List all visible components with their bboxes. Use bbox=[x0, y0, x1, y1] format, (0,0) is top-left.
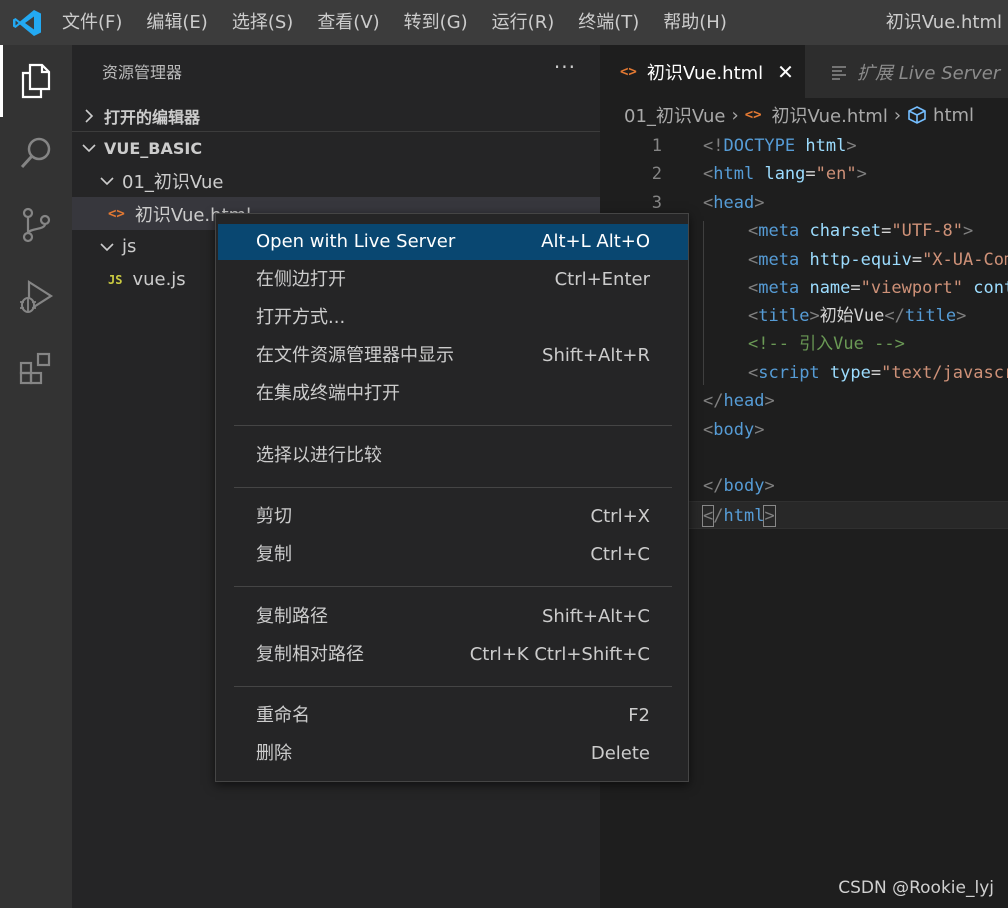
folder-js-label: js bbox=[122, 236, 137, 257]
menu-open-to-side[interactable]: 在侧边打开 Ctrl+Enter bbox=[218, 262, 688, 298]
chevron-right-icon: › bbox=[893, 104, 902, 126]
more-actions-icon[interactable]: ··· bbox=[554, 55, 576, 79]
menu-select-for-compare[interactable]: 选择以进行比较 bbox=[218, 438, 688, 474]
menu-open-with[interactable]: 打开方式... bbox=[218, 300, 688, 336]
folder-01-label: 01_初识Vue bbox=[122, 171, 224, 193]
menu-help[interactable]: 帮助(H) bbox=[651, 0, 739, 45]
menu-file[interactable]: 文件(F) bbox=[50, 0, 134, 45]
code-line: <html lang="en"> bbox=[703, 164, 867, 184]
run-debug-icon[interactable] bbox=[0, 261, 72, 333]
html-file-icon: <> bbox=[620, 63, 637, 80]
code-line: </html> bbox=[701, 505, 776, 527]
chevron-down-icon bbox=[100, 242, 114, 251]
menu-copy[interactable]: 复制 Ctrl+C bbox=[218, 537, 688, 573]
menu-bar: 文件(F) 编辑(E) 选择(S) 查看(V) 转到(G) 运行(R) 终端(T… bbox=[50, 0, 739, 45]
menu-terminal[interactable]: 终端(T) bbox=[566, 0, 651, 45]
explorer-title: 资源管理器 bbox=[102, 63, 183, 82]
html-file-icon: <> bbox=[108, 205, 125, 222]
menu-go[interactable]: 转到(G) bbox=[392, 0, 480, 45]
indent-guide bbox=[703, 221, 704, 385]
code-line: <meta charset="UTF-8"> bbox=[748, 221, 974, 241]
menu-open-live-server[interactable]: Open with Live Server Alt+L Alt+O bbox=[218, 224, 688, 260]
code-line: <title>初始Vue</title> bbox=[748, 306, 967, 326]
menu-copy-path[interactable]: 复制路径 Shift+Alt+C bbox=[218, 599, 688, 635]
menu-edit[interactable]: 编辑(E) bbox=[134, 0, 219, 45]
chevron-right-icon: › bbox=[731, 104, 739, 126]
code-line: <!-- 引入Vue --> bbox=[748, 334, 905, 354]
menu-reveal-in-explorer[interactable]: 在文件资源管理器中显示 Shift+Alt+R bbox=[218, 338, 688, 374]
code-line: <body> bbox=[703, 420, 765, 440]
open-editors-label: 打开的编辑器 bbox=[104, 107, 201, 127]
code-line: <script type="text/javascript" bbox=[748, 363, 1008, 383]
code-line: <meta http-equiv="X-UA-Compatible" bbox=[748, 250, 1008, 270]
code-line: </body> bbox=[703, 476, 775, 496]
line-number: 1 bbox=[651, 136, 662, 156]
close-icon[interactable]: ✕ bbox=[777, 60, 794, 84]
title-bar: 文件(F) 编辑(E) 选择(S) 查看(V) 转到(G) 运行(R) 终端(T… bbox=[0, 0, 1008, 45]
activity-bar bbox=[0, 45, 72, 908]
menu-separator bbox=[234, 686, 672, 687]
tab-html[interactable]: <> 初识Vue.html ✕ bbox=[600, 45, 805, 98]
menu-selection[interactable]: 选择(S) bbox=[220, 0, 305, 45]
chevron-down-icon bbox=[100, 176, 114, 185]
js-file-icon: JS bbox=[108, 272, 123, 287]
menu-copy-relative-path[interactable]: 复制相对路径 Ctrl+K Ctrl+Shift+C bbox=[218, 637, 688, 673]
menu-separator bbox=[234, 425, 672, 426]
menu-rename[interactable]: 重命名 F2 bbox=[218, 698, 688, 734]
line-number: 2 bbox=[651, 164, 662, 184]
code-line: <head> bbox=[703, 193, 765, 213]
file-js-label: vue.js bbox=[132, 269, 186, 290]
menu-run[interactable]: 运行(R) bbox=[480, 0, 567, 45]
context-menu: Open with Live Server Alt+L Alt+O 在侧边打开 … bbox=[215, 213, 689, 782]
workspace-section[interactable]: VUE_BASIC bbox=[72, 131, 600, 164]
breadcrumb-symbol[interactable]: html bbox=[933, 105, 974, 126]
vscode-logo-icon bbox=[13, 10, 41, 36]
chevron-down-icon bbox=[82, 144, 96, 153]
menu-delete[interactable]: 删除 Delete bbox=[218, 736, 688, 772]
breadcrumb-file[interactable]: 初识Vue.html bbox=[772, 102, 888, 128]
breadcrumb-folder[interactable]: 01_初识Vue bbox=[624, 102, 725, 128]
tab-html-label: 初识Vue.html bbox=[646, 62, 764, 84]
menu-separator bbox=[234, 586, 672, 587]
explorer-icon[interactable] bbox=[0, 45, 72, 117]
breadcrumb: 01_初识Vue › <> 初识Vue.html › html bbox=[600, 98, 1008, 132]
editor-tabs: <> 初识Vue.html ✕ 扩展 Live Server bbox=[600, 45, 1008, 98]
window-title: 初识Vue.html bbox=[885, 12, 1002, 33]
preview-icon bbox=[832, 65, 846, 80]
tab-extension[interactable]: 扩展 Live Server bbox=[805, 45, 1008, 98]
menu-open-in-terminal[interactable]: 在集成终端中打开 bbox=[218, 376, 688, 412]
extensions-icon[interactable] bbox=[0, 333, 72, 405]
tab-extension-label: 扩展 Live Server bbox=[857, 62, 1001, 84]
folder-01[interactable]: 01_初识Vue bbox=[72, 164, 600, 197]
code-line: <meta name="viewport" content bbox=[748, 278, 1008, 298]
menu-separator bbox=[234, 487, 672, 488]
chevron-right-icon bbox=[85, 108, 94, 123]
workspace-label: VUE_BASIC bbox=[104, 138, 203, 158]
symbol-element-icon bbox=[908, 106, 926, 124]
open-editors-section[interactable]: 打开的编辑器 bbox=[72, 99, 600, 132]
menu-view[interactable]: 查看(V) bbox=[305, 0, 391, 45]
html-file-icon: <> bbox=[744, 107, 762, 123]
code-line: </head> bbox=[703, 391, 775, 411]
source-control-icon[interactable] bbox=[0, 189, 72, 261]
search-icon[interactable] bbox=[0, 117, 72, 189]
code-line: <!DOCTYPE html> bbox=[703, 136, 857, 156]
menu-cut[interactable]: 剪切 Ctrl+X bbox=[218, 499, 688, 535]
watermark: CSDN @Rookie_lyj bbox=[838, 878, 994, 898]
